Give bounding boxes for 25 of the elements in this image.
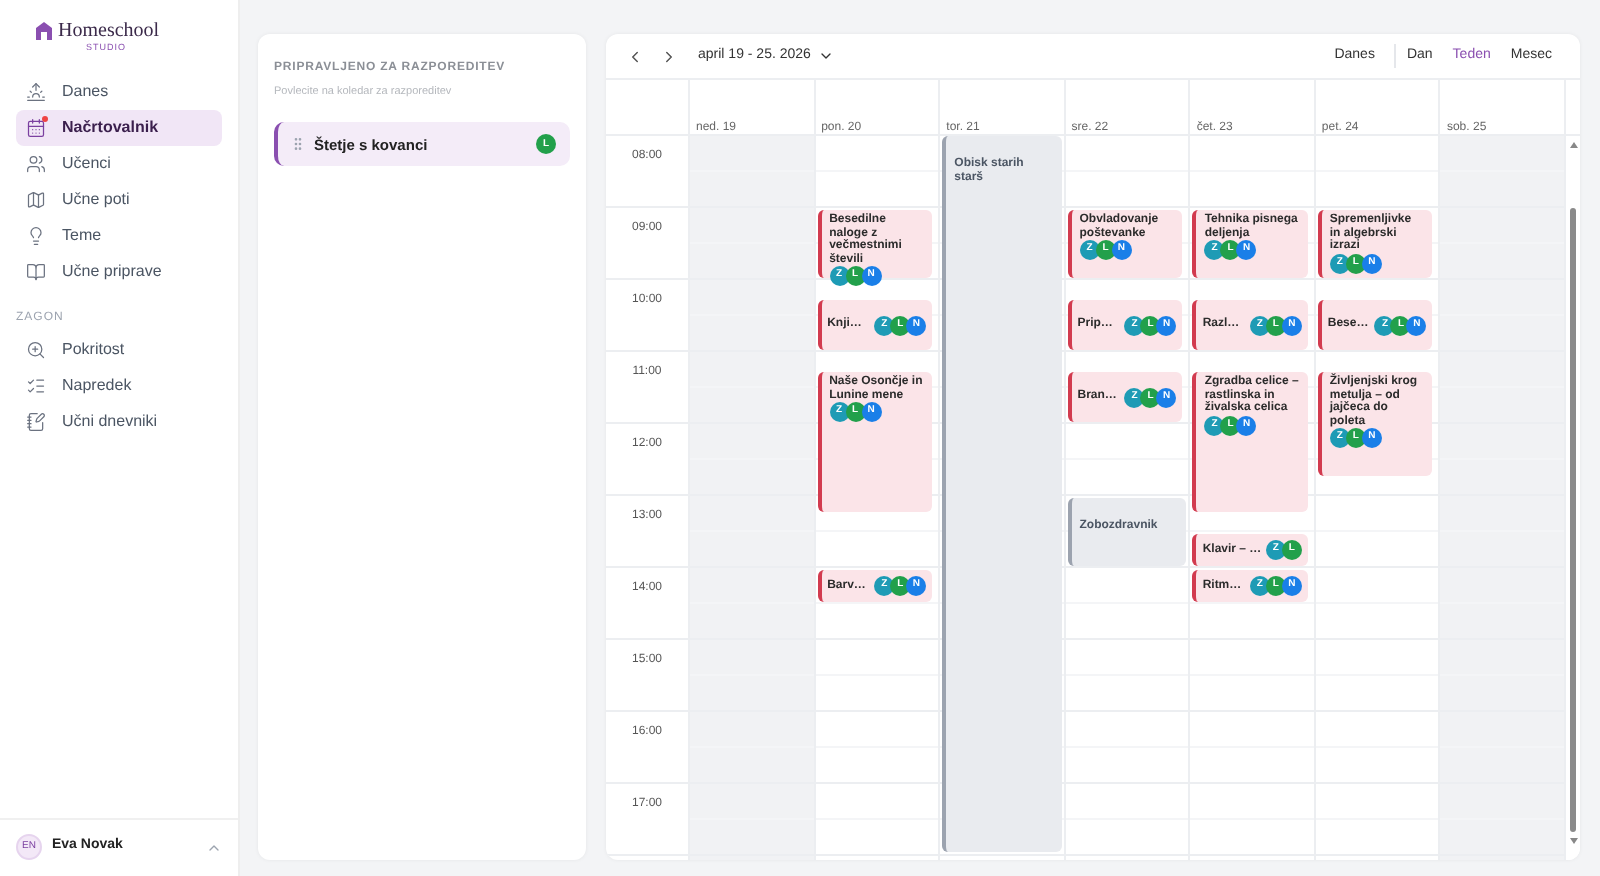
- nav-item[interactable]: Učenci: [16, 146, 222, 182]
- checklist-icon: [26, 376, 46, 396]
- scrollbar[interactable]: [1566, 136, 1580, 860]
- nav-item[interactable]: Učni dnevniki: [16, 404, 222, 440]
- nav-item[interactable]: Teme: [16, 218, 222, 254]
- nav-item[interactable]: Danes: [16, 74, 222, 110]
- chevron-left-icon: [626, 47, 644, 65]
- logo-icon: [36, 22, 52, 40]
- lightbulb-icon: [26, 226, 46, 246]
- chevron-down-icon: [818, 48, 835, 64]
- nav-item[interactable]: Napredek: [16, 368, 222, 404]
- people-icon: [26, 154, 46, 174]
- nav-item[interactable]: Načrtovalnik: [16, 110, 222, 146]
- nav-item[interactable]: Učne priprave: [16, 254, 222, 290]
- map-icon: [26, 190, 46, 210]
- notebook-icon: [26, 412, 46, 432]
- book-icon: [26, 262, 46, 282]
- nav-item[interactable]: Učne poti: [16, 182, 222, 218]
- drag-handle-icon[interactable]: [290, 136, 306, 153]
- nav-item[interactable]: Pokritost: [16, 332, 222, 368]
- calendar-icon: [26, 118, 46, 138]
- logo-name: Homeschool: [58, 22, 160, 42]
- sunrise-icon: [26, 82, 46, 102]
- zoom-icon: [26, 340, 46, 360]
- chevron-right-icon: [660, 47, 678, 65]
